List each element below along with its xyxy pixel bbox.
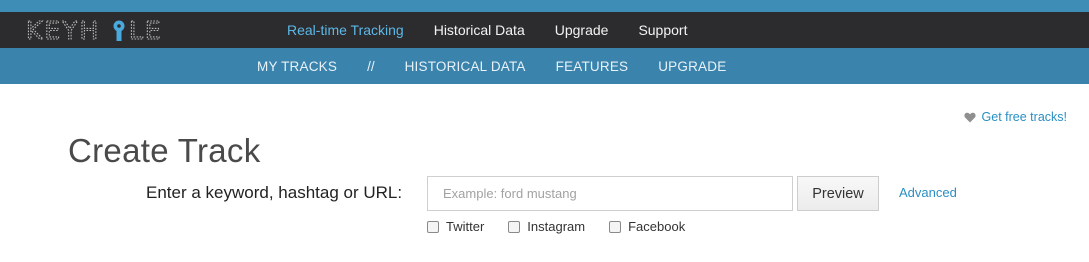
checkbox-instagram-label: Instagram [527,219,586,234]
keyword-prompt-label: Enter a keyword, hashtag or URL: [146,183,403,202]
keyhole-icon [113,20,125,41]
subnav-my-tracks[interactable]: MY TRACKS [257,59,337,74]
checkbox-instagram-box[interactable] [508,220,521,233]
get-free-tracks-label: Get free tracks! [981,110,1067,124]
checkbox-instagram[interactable]: Instagram [508,219,585,234]
subnav-separator: // [367,58,375,74]
sub-nav: MY TRACKS // HISTORICAL DATA FEATURES UP… [257,48,726,84]
checkbox-facebook-label: Facebook [628,219,686,234]
nav-support[interactable]: Support [638,22,687,38]
keyword-input[interactable] [427,176,793,211]
keyhole-logo[interactable]: KEYH LE [26,16,171,44]
nav-historical-data[interactable]: Historical Data [434,22,525,38]
subnav-upgrade[interactable]: UPGRADE [658,59,726,74]
checkbox-twitter[interactable]: Twitter [427,219,484,234]
top-navbar: KEYH LE Real-time Tracking Historical Dat… [0,12,1089,48]
nav-realtime-tracking[interactable]: Real-time Tracking [287,22,404,38]
checkbox-twitter-label: Twitter [446,219,485,234]
platform-checkboxes: Twitter Instagram Facebook [427,219,709,234]
advanced-link[interactable]: Advanced [899,185,957,200]
checkbox-facebook[interactable]: Facebook [609,219,685,234]
top-nav: Real-time Tracking Historical Data Upgra… [287,12,717,48]
checkbox-twitter-box[interactable] [427,220,439,233]
heart-icon [963,112,976,122]
get-free-tracks-link[interactable]: Get free tracks! [963,110,1067,124]
top-accent-strip [0,0,1089,12]
nav-upgrade[interactable]: Upgrade [555,22,609,38]
subnav-historical-data[interactable]: HISTORICAL DATA [405,59,526,74]
page-title: Create Track [68,132,261,169]
sub-navbar: MY TRACKS // HISTORICAL DATA FEATURES UP… [0,48,1089,84]
checkbox-facebook-box[interactable] [609,220,622,233]
preview-button[interactable]: Preview [797,176,879,211]
subnav-features[interactable]: FEATURES [556,59,629,74]
logo-wordmark: KEYH LE [26,16,163,44]
